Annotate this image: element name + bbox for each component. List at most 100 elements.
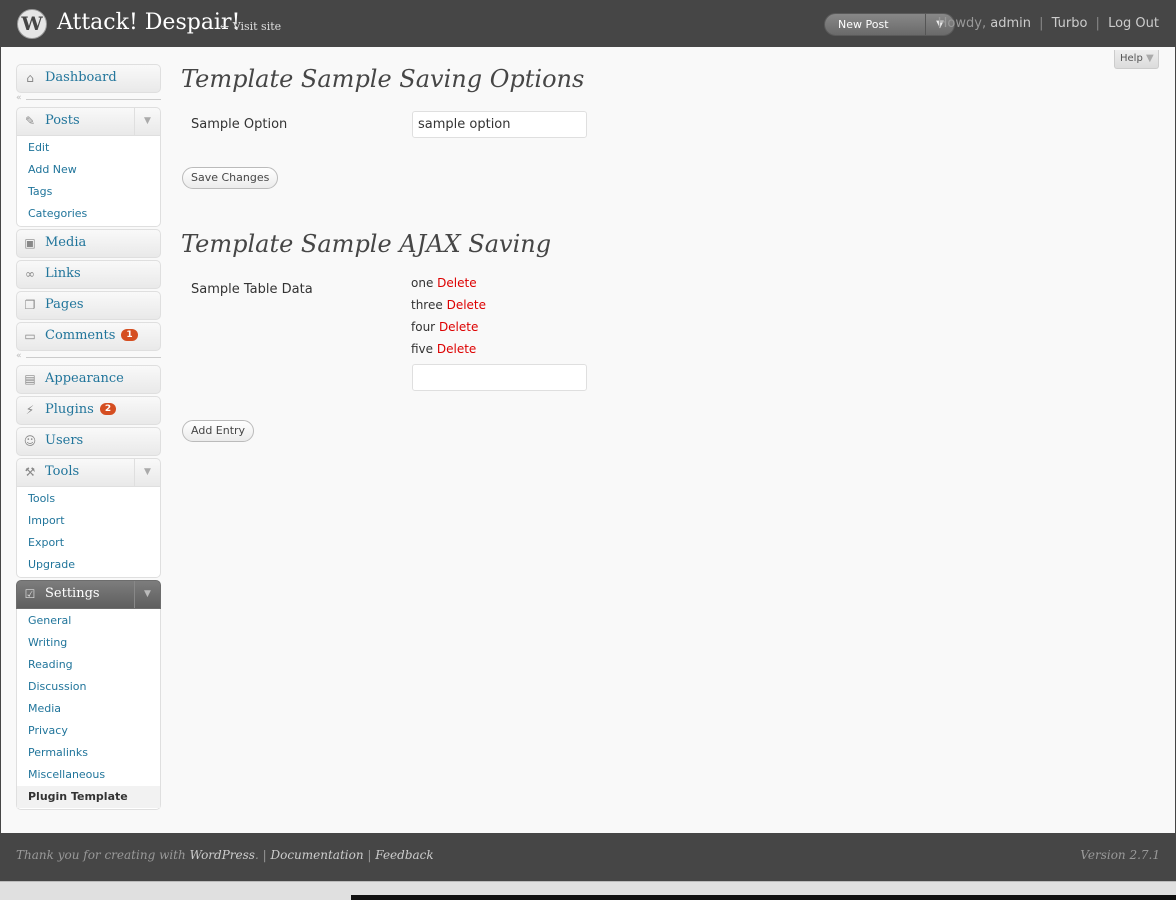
menu-pages[interactable]: ❐ Pages bbox=[16, 291, 161, 320]
comments-count-badge: 1 bbox=[121, 329, 138, 341]
footer-period: . bbox=[254, 848, 259, 862]
submenu-item-export[interactable]: Export bbox=[17, 532, 160, 554]
comment-icon: ▭ bbox=[24, 329, 36, 343]
browser-status-bar bbox=[0, 881, 1176, 900]
submenu-item-edit[interactable]: Edit bbox=[17, 137, 160, 159]
site-title[interactable]: Attack! Despair! bbox=[57, 10, 240, 35]
table-row: three Delete bbox=[411, 298, 486, 312]
new-post-button[interactable]: New Post bbox=[838, 18, 889, 31]
delete-link[interactable]: Delete bbox=[447, 298, 486, 312]
menu-label: Pages bbox=[45, 297, 84, 312]
user-info: Howdy, admin | Turbo | Log Out bbox=[938, 16, 1159, 31]
plug-icon: ⚡ bbox=[25, 403, 35, 417]
menu-users[interactable]: ☺ Users bbox=[16, 427, 161, 456]
table-row: one Delete bbox=[411, 276, 477, 290]
howdy-text: Howdy, bbox=[937, 16, 987, 31]
admin-footer: Thank you for creating with WordPress. |… bbox=[1, 833, 1175, 881]
submenu-item-add-new[interactable]: Add New bbox=[17, 159, 160, 181]
menu-settings[interactable]: ☑ Settings ▼ bbox=[16, 580, 161, 609]
submenu-posts: Edit Add New Tags Categories bbox=[16, 136, 161, 227]
menu-posts[interactable]: ✎ Posts ▼ bbox=[16, 107, 161, 136]
submenu-item-writing[interactable]: Writing bbox=[17, 632, 160, 654]
submenu-item-upgrade[interactable]: Upgrade bbox=[17, 554, 160, 576]
settings-icon: ☑ bbox=[24, 587, 36, 601]
home-icon: ⌂ bbox=[26, 71, 34, 85]
submenu-item-categories[interactable]: Categories bbox=[17, 203, 160, 225]
submenu-item-import[interactable]: Import bbox=[17, 510, 160, 532]
separator: | bbox=[262, 848, 267, 862]
version-text: Version 2.7.1 bbox=[1080, 848, 1160, 862]
page-title: Template Sample Saving Options bbox=[181, 65, 585, 93]
menu-separator[interactable]: « bbox=[16, 93, 161, 103]
delete-link[interactable]: Delete bbox=[439, 320, 478, 334]
new-entry-input[interactable] bbox=[412, 364, 587, 391]
submenu-item-tags[interactable]: Tags bbox=[17, 181, 160, 203]
menu-label: Media bbox=[45, 235, 87, 250]
submenu-item-permalinks[interactable]: Permalinks bbox=[17, 742, 160, 764]
separator: | bbox=[367, 848, 372, 862]
submenu-item-general[interactable]: General bbox=[17, 610, 160, 632]
collapse-icon[interactable]: « bbox=[16, 93, 22, 103]
menu-appearance[interactable]: ▤ Appearance bbox=[16, 365, 161, 394]
status-bar-dark-region bbox=[351, 895, 1176, 900]
save-changes-button[interactable]: Save Changes bbox=[182, 167, 279, 189]
appearance-icon: ▤ bbox=[24, 372, 36, 386]
submenu-item-media[interactable]: Media bbox=[17, 698, 160, 720]
menu-label: Appearance bbox=[45, 371, 124, 386]
link-icon: ∞ bbox=[25, 267, 35, 281]
collapse-icon[interactable]: « bbox=[16, 351, 22, 361]
chevron-down-icon: ▼ bbox=[1146, 53, 1154, 64]
menu-links[interactable]: ∞ Links bbox=[16, 260, 161, 289]
wordpress-link[interactable]: WordPress bbox=[190, 848, 255, 862]
table-row: five Delete bbox=[411, 342, 476, 356]
media-icon: ▣ bbox=[24, 236, 36, 250]
visit-site-link[interactable]: ← Visit site bbox=[220, 20, 281, 33]
menu-separator[interactable]: « bbox=[16, 351, 161, 361]
menu-dashboard[interactable]: ⌂ Dashboard bbox=[16, 64, 161, 93]
help-label: Help bbox=[1120, 53, 1143, 64]
tools-icon: ⚒ bbox=[24, 465, 36, 479]
users-icon: ☺ bbox=[23, 434, 37, 448]
help-tab[interactable]: Help ▼ bbox=[1114, 50, 1159, 69]
menu-label: Users bbox=[45, 433, 84, 448]
plugins-count-badge: 2 bbox=[99, 403, 117, 415]
sample-table-label: Sample Table Data bbox=[191, 282, 313, 297]
favorite-actions-dropdown[interactable]: New Post ▼ bbox=[824, 13, 955, 36]
sample-option-input[interactable] bbox=[412, 111, 587, 138]
pages-icon: ❐ bbox=[24, 298, 36, 312]
menu-label: Plugins 2 bbox=[45, 402, 117, 417]
row-value: three bbox=[411, 298, 443, 312]
table-row: four Delete bbox=[411, 320, 478, 334]
turbo-link[interactable]: Turbo bbox=[1052, 16, 1088, 31]
wordpress-logo-icon[interactable]: W bbox=[17, 9, 47, 39]
menu-label: Comments 1 bbox=[45, 328, 138, 343]
delete-link[interactable]: Delete bbox=[437, 276, 476, 290]
submenu-item-plugin-template[interactable]: Plugin Template bbox=[17, 786, 160, 808]
submenu-tools: Tools Import Export Upgrade bbox=[16, 487, 161, 578]
submenu-item-discussion[interactable]: Discussion bbox=[17, 676, 160, 698]
submenu-item-privacy[interactable]: Privacy bbox=[17, 720, 160, 742]
row-value: five bbox=[411, 342, 434, 356]
separator: | bbox=[1039, 16, 1044, 31]
submenu-item-miscellaneous[interactable]: Miscellaneous bbox=[17, 764, 160, 786]
chevron-down-icon[interactable]: ▼ bbox=[134, 459, 160, 486]
chevron-down-icon[interactable]: ▼ bbox=[134, 108, 160, 135]
add-entry-button[interactable]: Add Entry bbox=[182, 420, 255, 442]
admin-body: Help ▼ ⌂ Dashboard « ✎ Posts ▼ Edit Add … bbox=[1, 47, 1175, 833]
logout-link[interactable]: Log Out bbox=[1108, 16, 1159, 31]
menu-label: Tools bbox=[45, 464, 80, 479]
username-link[interactable]: admin bbox=[990, 16, 1031, 31]
menu-label: Dashboard bbox=[45, 70, 117, 85]
admin-header: W Attack! Despair! ← Visit site New Post… bbox=[1, 0, 1175, 47]
delete-link[interactable]: Delete bbox=[437, 342, 476, 356]
submenu-item-tools[interactable]: Tools bbox=[17, 488, 160, 510]
row-value: one bbox=[411, 276, 434, 290]
menu-plugins[interactable]: ⚡ Plugins 2 bbox=[16, 396, 161, 425]
menu-tools[interactable]: ⚒ Tools ▼ bbox=[16, 458, 161, 487]
documentation-link[interactable]: Documentation bbox=[270, 848, 363, 862]
chevron-down-icon[interactable]: ▼ bbox=[134, 581, 160, 608]
menu-media[interactable]: ▣ Media bbox=[16, 229, 161, 258]
feedback-link[interactable]: Feedback bbox=[375, 848, 433, 862]
submenu-item-reading[interactable]: Reading bbox=[17, 654, 160, 676]
menu-comments[interactable]: ▭ Comments 1 bbox=[16, 322, 161, 351]
